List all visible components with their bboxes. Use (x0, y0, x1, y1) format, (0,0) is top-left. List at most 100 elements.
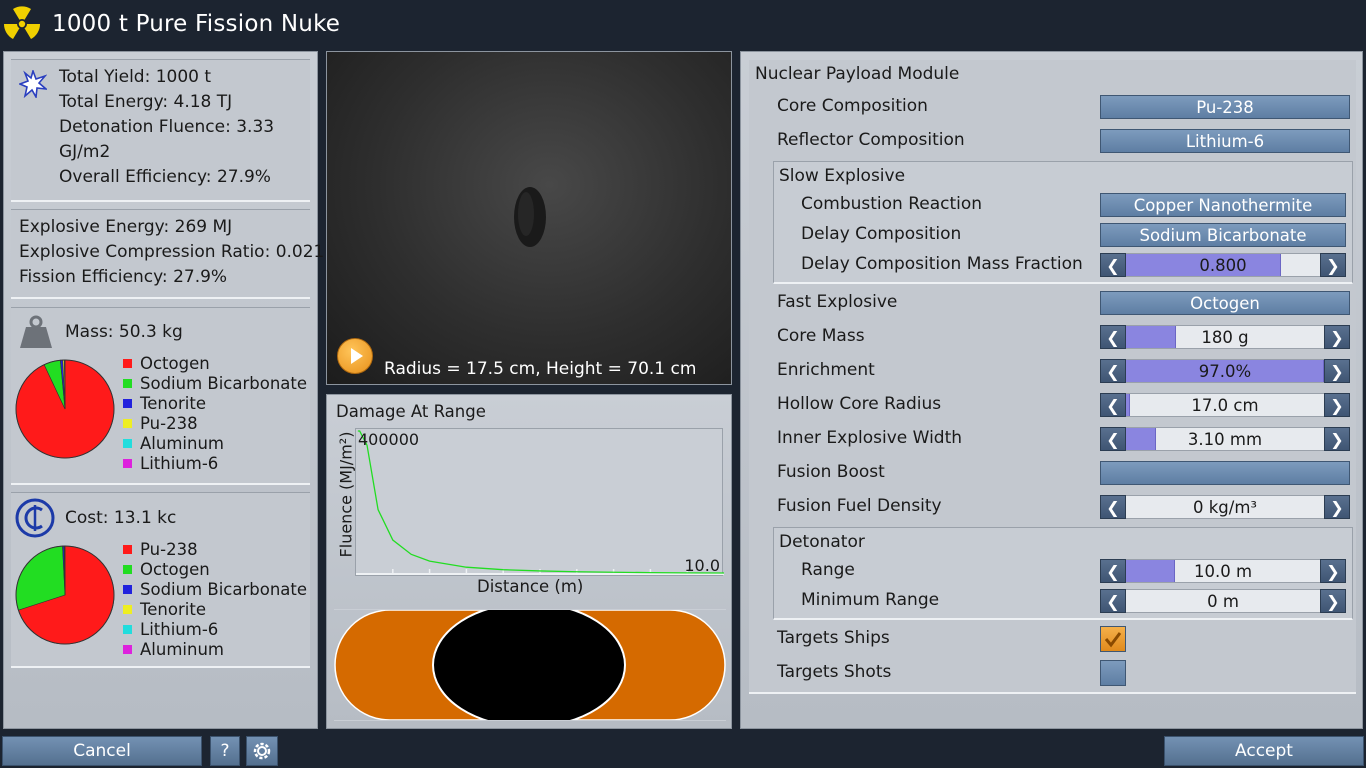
legend-item: Tenorite (123, 600, 206, 619)
combustion-reaction-select[interactable]: Copper Nanothermite (1100, 193, 1346, 217)
core-composition-select[interactable]: Pu-238 (1100, 95, 1350, 119)
inner-explosive-width-slider[interactable]: ❮ 3.10 mm ❯ (1100, 427, 1350, 451)
core-mass-label: Core Mass (777, 326, 865, 346)
legend-item: Lithium-6 (123, 620, 218, 639)
fusion-fuel-density-slider[interactable]: ❮ 0 kg/m³ ❯ (1100, 495, 1350, 519)
play-button[interactable] (337, 338, 373, 374)
delay-composition-label: Delay Composition (801, 224, 962, 244)
targets-ships-label: Targets Ships (777, 628, 890, 648)
legend-label: Octogen (140, 560, 210, 579)
decrease-arrow-icon[interactable]: ❮ (1100, 427, 1126, 451)
increase-arrow-icon[interactable]: ❯ (1320, 253, 1346, 277)
overall-efficiency: Overall Efficiency: 27.9% (59, 167, 271, 187)
detonation-fluence-unit: GJ/m2 (59, 142, 111, 162)
decrease-arrow-icon[interactable]: ❮ (1100, 359, 1126, 383)
fusion-boost-select[interactable] (1100, 461, 1350, 485)
detonation-fluence: Detonation Fluence: 3.33 (59, 117, 275, 137)
increase-arrow-icon[interactable]: ❯ (1324, 359, 1350, 383)
decrease-arrow-icon[interactable]: ❮ (1100, 495, 1126, 519)
play-icon (351, 348, 363, 364)
explosion-icon (19, 70, 47, 98)
legend-label: Pu-238 (140, 540, 198, 559)
increase-arrow-icon[interactable]: ❯ (1324, 393, 1350, 417)
fast-explosive-select[interactable]: Octogen (1100, 291, 1350, 315)
reflector-composition-label: Reflector Composition (777, 130, 965, 150)
module-panel: Nuclear Payload Module Core Composition … (740, 51, 1363, 729)
legend-swatch (123, 645, 132, 654)
preview-viewport[interactable]: Radius = 17.5 cm, Height = 70.1 cm (326, 51, 732, 385)
enrichment-slider[interactable]: ❮ 97.0% ❯ (1100, 359, 1350, 383)
minimum-range-slider[interactable]: ❮ 0 m ❯ (1100, 589, 1346, 613)
mass-box: Mass: 50.3 kg Octogen Sodium Bicarbonate T… (11, 307, 310, 485)
legend-swatch (123, 585, 132, 594)
targets-ships-checkbox[interactable] (1100, 626, 1126, 652)
legend-label: Sodium Bicarbonate (140, 580, 308, 599)
minimum-range-value: 0 m (1207, 591, 1239, 611)
reflector-composition-select[interactable]: Lithium-6 (1100, 129, 1350, 153)
legend-swatch (123, 565, 132, 574)
enrichment-label: Enrichment (777, 360, 875, 380)
currency-icon (15, 498, 55, 538)
decrease-arrow-icon[interactable]: ❮ (1100, 253, 1126, 277)
legend-item: Aluminum (123, 640, 224, 659)
range-value: 10.0 m (1193, 561, 1253, 581)
increase-arrow-icon[interactable]: ❯ (1320, 589, 1346, 613)
core-mass-slider[interactable]: ❮ 180 g ❯ (1100, 325, 1350, 349)
explosive-energy: Explosive Energy: 269 MJ (19, 217, 233, 237)
legend-label: Aluminum (140, 434, 224, 453)
targets-shots-checkbox[interactable] (1100, 660, 1126, 686)
legend-item: Sodium Bicarbonate (123, 580, 307, 599)
settings-button[interactable] (246, 736, 278, 766)
detonator-title: Detonator (779, 532, 865, 552)
decrease-arrow-icon[interactable]: ❮ (1100, 559, 1126, 583)
legend-item: Lithium-6 (123, 454, 218, 473)
help-button[interactable]: ? (210, 736, 240, 766)
legend-swatch (123, 459, 132, 468)
mass-label: Mass: 50.3 kg (65, 322, 183, 342)
cancel-button[interactable]: Cancel (2, 736, 202, 766)
legend-swatch (123, 359, 132, 368)
fast-explosive-label: Fast Explosive (777, 292, 898, 312)
range-label: Range (801, 560, 855, 580)
core-composition-label: Core Composition (777, 96, 928, 116)
hollow-core-radius-value: 17.0 cm (1191, 395, 1259, 415)
y-max-label: 400000 (358, 430, 419, 449)
explosive-box: Explosive Energy: 269 MJ Explosive Compr… (11, 209, 324, 299)
damage-xlabel: Distance (m) (477, 577, 584, 596)
payload-model (514, 187, 546, 247)
slow-explosive-title: Slow Explosive (779, 166, 906, 186)
decrease-arrow-icon[interactable]: ❮ (1100, 393, 1126, 417)
stats-panel: Total Yield: 1000 t Total Energy: 4.18 T… (3, 51, 324, 729)
inner-explosive-width-value: 3.10 mm (1187, 429, 1263, 449)
damage-panel: Damage At Range 400000 10.0 Fluence (MJ/m… (326, 394, 732, 729)
gear-icon (253, 742, 271, 760)
combustion-reaction-label: Combustion Reaction (801, 194, 983, 214)
increase-arrow-icon[interactable]: ❯ (1324, 325, 1350, 349)
legend-swatch (123, 625, 132, 634)
hollow-core-radius-slider[interactable]: ❮ 17.0 cm ❯ (1100, 393, 1350, 417)
decrease-arrow-icon[interactable]: ❮ (1100, 589, 1126, 613)
delay-mass-fraction-slider[interactable]: ❮ 0.800 ❯ (1100, 253, 1346, 277)
damage-plot: 400000 10.0 (356, 430, 724, 575)
range-slider[interactable]: ❮ 10.0 m ❯ (1100, 559, 1346, 583)
inner-explosive-width-label: Inner Explosive Width (777, 428, 963, 448)
delay-mass-fraction-value: 0.800 (1199, 255, 1247, 275)
damage-chart: 400000 10.0 (355, 428, 724, 576)
delay-composition-select[interactable]: Sodium Bicarbonate (1100, 223, 1346, 247)
increase-arrow-icon[interactable]: ❯ (1324, 427, 1350, 451)
minimum-range-label: Minimum Range (801, 590, 940, 610)
summary-box: Total Yield: 1000 t Total Energy: 4.18 T… (11, 59, 310, 202)
cost-label: Cost: 13.1 kc (65, 508, 177, 528)
accept-button[interactable]: Accept (1164, 736, 1364, 766)
increase-arrow-icon[interactable]: ❯ (1324, 495, 1350, 519)
legend-item: Aluminum (123, 434, 224, 453)
mass-pie-chart (15, 359, 115, 459)
legend-label: Lithium-6 (140, 620, 219, 639)
compression-ratio: Explosive Compression Ratio: 0.021 (19, 242, 325, 262)
x-max-label: 10.0 (684, 556, 720, 575)
legend-swatch (123, 605, 132, 614)
targets-shots-label: Targets Shots (777, 662, 892, 682)
increase-arrow-icon[interactable]: ❯ (1320, 559, 1346, 583)
decrease-arrow-icon[interactable]: ❮ (1100, 325, 1126, 349)
legend-item: Sodium Bicarbonate (123, 374, 307, 393)
